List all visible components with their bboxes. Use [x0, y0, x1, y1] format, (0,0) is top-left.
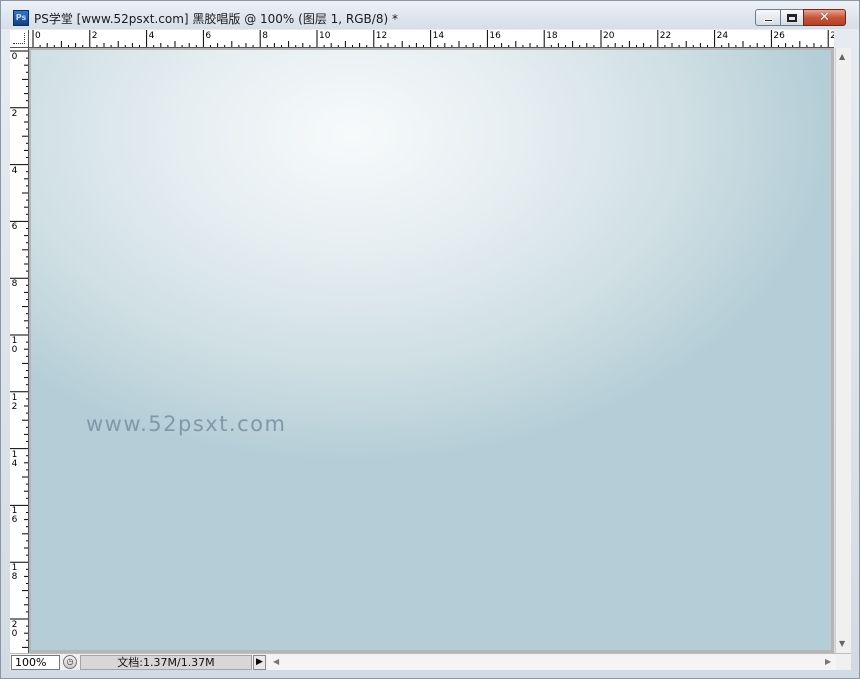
window-title: PS学堂 [www.52psxt.com] 黑胶唱版 @ 100% (图层 1,…: [34, 12, 398, 26]
ruler-label: 8: [11, 279, 18, 290]
ruler-label: 18: [546, 31, 558, 41]
ruler-label: 1 6: [11, 506, 18, 526]
document-size-info: 文档:1.37M/1.37M: [80, 655, 252, 670]
ruler-label: 24: [716, 31, 729, 41]
ruler-label: 1 0: [11, 336, 18, 355]
scroll-down-icon[interactable]: ▼: [839, 639, 845, 648]
document-window: Ps PS学堂 [www.52psxt.com] 黑胶唱版 @ 100% (图层…: [0, 0, 860, 679]
ruler-label: 14: [432, 31, 445, 41]
horizontal-ruler[interactable]: 0246810121416182022242628: [29, 30, 834, 48]
ps-app-icon[interactable]: Ps: [13, 10, 29, 26]
scroll-up-icon[interactable]: ▲: [839, 52, 845, 61]
horizontal-scrollbar[interactable]: [268, 655, 836, 670]
ruler-label: 22: [659, 31, 672, 41]
ruler-label: 4: [11, 165, 18, 176]
minimize-button[interactable]: [755, 9, 781, 26]
document-canvas[interactable]: www.52psxt.com: [31, 50, 831, 650]
ruler-label: 4: [148, 31, 155, 41]
vertical-ruler[interactable]: 0 2 4 6 8 1 0 1 2 1 4 1 6 1 8 2 0: [10, 48, 29, 653]
watermark-text: www.52psxt.com: [86, 412, 287, 436]
ruler-label: 2: [91, 31, 98, 41]
ruler-label: 0: [11, 52, 18, 62]
ruler-label: 6: [11, 222, 18, 233]
zoom-field[interactable]: 100%: [11, 655, 60, 670]
ruler-label: 28: [830, 31, 834, 41]
maximize-button[interactable]: [780, 9, 804, 26]
canvas-area[interactable]: www.52psxt.com: [29, 48, 834, 653]
vertical-scrollbar[interactable]: [835, 48, 851, 653]
ruler-label: 1 2: [11, 392, 18, 412]
ruler-label: 1 4: [11, 449, 18, 469]
info-icon[interactable]: ◷: [63, 655, 77, 669]
ruler-label: 1 8: [11, 563, 18, 583]
ruler-label: 20: [603, 31, 615, 41]
close-icon: ✕: [819, 10, 830, 25]
status-bar: 100% ◷ 文档:1.37M/1.37M ▶ ◀ ▶: [10, 653, 851, 670]
ruler-label: 26: [773, 31, 785, 41]
ruler-label: 6: [205, 31, 212, 41]
ruler-label: 2: [11, 108, 18, 119]
ruler-label: 16: [489, 31, 501, 41]
ruler-label: 8: [262, 31, 268, 41]
maximize-icon: [787, 13, 797, 22]
title-bar[interactable]: Ps PS学堂 [www.52psxt.com] 黑胶唱版 @ 100% (图层…: [1, 1, 859, 29]
ruler-label: 10: [319, 31, 331, 41]
minimize-icon: [763, 19, 773, 22]
ruler-label: 12: [375, 31, 388, 41]
ruler-label: 2 0: [11, 620, 18, 639]
ruler-origin-marker: [13, 33, 25, 44]
scroll-left-icon[interactable]: ◀: [273, 657, 279, 666]
status-menu-arrow-icon[interactable]: ▶: [253, 655, 266, 670]
ruler-origin[interactable]: [10, 30, 29, 48]
ruler-label: 0: [35, 31, 41, 41]
close-button[interactable]: ✕: [803, 9, 846, 26]
scroll-right-icon[interactable]: ▶: [825, 657, 831, 666]
